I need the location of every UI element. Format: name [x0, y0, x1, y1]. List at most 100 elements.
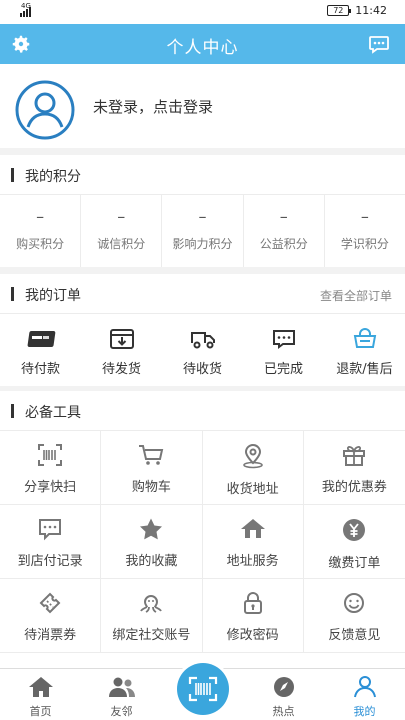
section-title: 必备工具 — [25, 405, 81, 421]
clock: 11:42 — [355, 4, 387, 17]
tool-label: 分享快扫 — [24, 480, 77, 495]
order-label: 待付款 — [20, 362, 60, 377]
house-icon — [240, 519, 265, 538]
tools-header: 必备工具 — [0, 391, 405, 431]
shopping-basket-icon — [353, 328, 376, 348]
points-section: 我的积分 – 购买积分 – 诚信积分 – 影响力积分 – 公益积分 – 学识积分 — [0, 155, 405, 267]
chat-dots-icon — [272, 330, 295, 349]
chat-bubble-icon[interactable] — [367, 32, 391, 56]
tool-cart[interactable]: 购物车 — [101, 431, 203, 505]
tool-label: 反馈意见 — [328, 628, 381, 643]
gift-icon — [343, 446, 366, 466]
points-value: – — [198, 207, 207, 226]
tab-label: 热点 — [272, 705, 295, 718]
location-pin-icon — [242, 444, 263, 469]
scan-button[interactable] — [177, 663, 229, 715]
scan-icon — [188, 676, 218, 702]
tab-mine[interactable]: 我的 — [324, 669, 405, 720]
tool-label: 缴费订单 — [328, 556, 381, 571]
section-title: 我的订单 — [25, 288, 81, 304]
points-value: – — [117, 207, 126, 226]
truck-icon — [190, 332, 215, 349]
people-icon — [108, 677, 135, 697]
message-dots-icon — [39, 519, 62, 541]
view-all-orders-link[interactable]: 查看全部订单 — [320, 287, 392, 304]
octopus-icon — [140, 595, 163, 613]
order-label: 待发货 — [101, 362, 141, 377]
tab-label: 首页 — [29, 705, 52, 718]
tool-address-service[interactable]: 地址服务 — [202, 505, 304, 579]
points-value: – — [360, 207, 369, 226]
points-item-purchase[interactable]: – 购买积分 — [0, 195, 82, 267]
tool-label: 收货地址 — [226, 482, 279, 497]
order-pending-shipment[interactable]: 待发货 — [81, 314, 162, 386]
tool-label: 我的优惠券 — [321, 480, 387, 495]
box-download-icon — [109, 329, 134, 349]
avatar[interactable] — [15, 80, 75, 140]
points-label: 学识积分 — [340, 237, 389, 251]
orders-section: 我的订单 查看全部订单 待付款 待发货 待收货 已完成 退款/售后 — [0, 274, 405, 386]
tab-home[interactable]: 首页 — [0, 669, 81, 720]
login-prompt[interactable]: 未登录，点击登录 — [93, 96, 213, 117]
tool-coupons[interactable]: 我的优惠券 — [303, 431, 405, 505]
tool-label: 地址服务 — [226, 554, 279, 569]
tool-payment-orders[interactable]: 缴费订单 — [303, 505, 405, 579]
points-label: 公益积分 — [259, 237, 308, 251]
tab-neighbors[interactable]: 友邻 — [81, 669, 162, 720]
tool-bind-social-account[interactable]: 绑定社交账号 — [101, 579, 203, 653]
tab-hot[interactable]: 热点 — [243, 669, 324, 720]
points-item-influence[interactable]: – 影响力积分 — [162, 195, 244, 267]
yen-coin-icon — [343, 519, 366, 541]
points-label: 购买积分 — [16, 237, 65, 251]
section-title: 我的积分 — [25, 169, 81, 185]
battery-icon: 72 — [327, 5, 352, 16]
tool-label: 购物车 — [131, 480, 171, 495]
battery-level: 72 — [333, 6, 344, 15]
order-pending-receipt[interactable]: 待收货 — [162, 314, 243, 386]
points-label: 诚信积分 — [97, 237, 146, 251]
unionpay-card-icon — [27, 331, 55, 347]
person-icon — [353, 676, 376, 698]
compass-icon — [273, 677, 294, 697]
tool-share-scan[interactable]: 分享快扫 — [0, 431, 102, 505]
tool-label: 绑定社交账号 — [112, 628, 191, 643]
status-bar: 4G 72 11:42 — [0, 0, 405, 24]
tab-label: 我的 — [353, 705, 376, 718]
app-header: 个人中心 — [0, 24, 405, 64]
points-item-charity[interactable]: – 公益积分 — [244, 195, 325, 267]
points-value: – — [36, 207, 45, 226]
signal-icon — [20, 5, 31, 17]
order-label: 已完成 — [263, 362, 303, 377]
points-item-knowledge[interactable]: – 学识积分 — [325, 195, 405, 267]
tool-change-password[interactable]: 修改密码 — [202, 579, 304, 653]
tool-label: 修改密码 — [226, 628, 279, 643]
tools-section: 必备工具 分享快扫 购物车 收货地址 我的优惠券 到店付记录 我的收藏 地址服务… — [0, 391, 405, 668]
ticket-icon — [39, 592, 61, 614]
star-icon — [140, 518, 163, 540]
tab-label: 友邻 — [110, 705, 133, 718]
tool-store-payment-records[interactable]: 到店付记录 — [0, 505, 102, 579]
points-item-integrity[interactable]: – 诚信积分 — [81, 195, 163, 267]
tool-label: 我的收藏 — [125, 554, 178, 569]
tool-label: 待消票券 — [24, 628, 77, 643]
order-pending-payment[interactable]: 待付款 — [0, 314, 81, 386]
cart-icon — [139, 445, 164, 465]
barcode-scan-icon — [38, 444, 63, 466]
profile-card[interactable]: 未登录，点击登录 — [0, 64, 405, 148]
order-label: 待收货 — [182, 362, 222, 377]
lock-icon — [243, 592, 262, 614]
order-label: 退款/售后 — [336, 362, 393, 377]
order-completed[interactable]: 已完成 — [243, 314, 324, 386]
tool-favorites[interactable]: 我的收藏 — [101, 505, 203, 579]
smile-icon — [344, 593, 365, 613]
page-title: 个人中心 — [166, 38, 239, 58]
order-refund-aftersales[interactable]: 退款/售后 — [324, 314, 405, 386]
tool-pending-vouchers[interactable]: 待消票券 — [0, 579, 102, 653]
tool-shipping-address[interactable]: 收货地址 — [202, 431, 304, 505]
points-value: – — [279, 207, 288, 226]
tool-label: 到店付记录 — [17, 554, 83, 569]
orders-header: 我的订单 查看全部订单 — [0, 274, 405, 314]
home-icon — [28, 677, 53, 697]
points-label: 影响力积分 — [172, 237, 233, 251]
tool-feedback[interactable]: 反馈意见 — [303, 579, 405, 653]
